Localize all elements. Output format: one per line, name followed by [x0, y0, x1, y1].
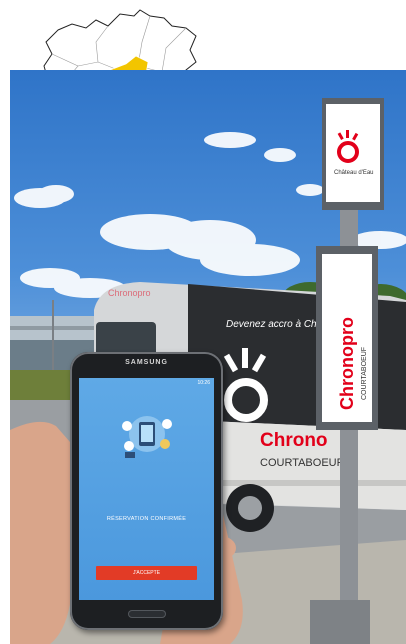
- status-time: 10:26: [197, 380, 210, 386]
- sign-vertical-sub: COURTABOEUF: [361, 347, 368, 400]
- sign-top-text: Château d'Eau: [334, 170, 374, 176]
- sign-vertical-logo: Chronopro: [337, 317, 357, 410]
- phone-brand: SAMSUNG: [125, 359, 168, 366]
- accept-button[interactable]: J'ACCEPTE: [96, 566, 197, 580]
- minibus-rear-logo: Chronopro: [108, 288, 151, 298]
- minibus-logo-text: Chrono: [260, 430, 328, 451]
- booking-illustration: [122, 416, 172, 458]
- confirmation-text: RÉSERVATION CONFIRMÉE: [106, 516, 187, 522]
- home-button[interactable]: [128, 610, 166, 618]
- phone-screen: 10:26 RÉSERVATION CONFIRMÉE J'ACCEPTE: [79, 378, 214, 600]
- smartphone: SAMSUNG 10:26 RÉSERVATION CONFIRMÉE J'AC…: [70, 352, 223, 630]
- minibus-sub-text: COURTABOEUF: [260, 457, 344, 469]
